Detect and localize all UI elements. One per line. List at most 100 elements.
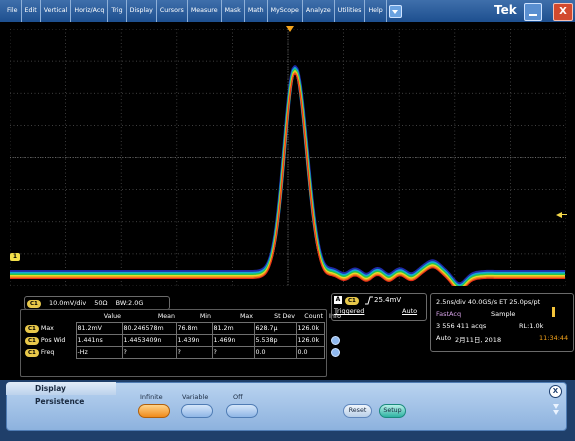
menu-dropdown-icon[interactable] xyxy=(388,4,402,18)
menu-edit[interactable]: Edit xyxy=(22,0,41,22)
row-badge: C1 xyxy=(25,324,39,333)
cell-info xyxy=(324,347,346,359)
acquisition-count: 3 556 411 acqs xyxy=(436,322,487,330)
channel-bandwidth: BW:2.0G xyxy=(115,299,144,307)
brand-logo: Tek xyxy=(494,3,517,17)
close-button[interactable]: X xyxy=(553,3,573,21)
header-mean: Mean xyxy=(157,313,175,320)
menu-analyze[interactable]: Analyze xyxy=(303,0,335,22)
trigger-level-tick xyxy=(561,214,567,215)
cell-stdev: 628.7μ xyxy=(253,322,297,335)
header-count: Count xyxy=(304,313,323,320)
waveform-layer xyxy=(10,67,566,286)
record-length: RL:1.0k xyxy=(519,322,544,330)
menu-bar: File Edit Vertical Horiz/Acq Trig Displa… xyxy=(0,0,575,23)
reset-button[interactable]: Reset xyxy=(343,404,372,418)
menu-utilities[interactable]: Utilities xyxy=(335,0,366,22)
channel-settings[interactable]: C1 10.0mV/div 50Ω BW:2.0G xyxy=(24,296,170,310)
cell-mean: 1.4453409n xyxy=(121,334,177,347)
menu-horiz-acq[interactable]: Horiz/Acq xyxy=(71,0,109,22)
rising-edge-icon xyxy=(365,296,373,305)
trigger-level-marker[interactable] xyxy=(556,212,562,218)
option-variable-label: Variable xyxy=(182,393,209,401)
panel-title: Display Persistence xyxy=(6,382,116,406)
menu-display[interactable]: Display xyxy=(127,0,157,22)
cell-max: 81.2m xyxy=(211,322,255,335)
table-row[interactable]: C1 Pos Wid 1.441ns 1.4453409n 1.439n 1.4… xyxy=(22,334,346,347)
scroll-down-icon[interactable] xyxy=(553,404,559,409)
cell-info xyxy=(324,323,346,335)
cell-value: 81.2mV xyxy=(75,322,123,335)
cell-min: 1.439n xyxy=(175,334,213,347)
info-icon[interactable] xyxy=(330,336,340,345)
trigger-status: Triggered xyxy=(334,307,365,315)
cell-count: 126.0k xyxy=(295,322,325,335)
minimize-button[interactable] xyxy=(524,3,542,21)
meas-name: Pos Wid xyxy=(40,336,66,344)
trigger-channel-badge: C1 xyxy=(345,297,359,305)
sample-mode: Sample xyxy=(491,310,516,318)
menu-items: File Edit Vertical Horiz/Acq Trig Displa… xyxy=(4,0,402,22)
measurement-table: Value Mean Min Max St Dev Count Info C1 … xyxy=(22,311,346,359)
menu-math[interactable]: Math xyxy=(245,0,268,22)
setup-button[interactable]: Setup xyxy=(379,404,406,418)
cell-max: ? xyxy=(211,346,255,359)
header-stdev: St Dev xyxy=(274,313,295,320)
cell-value: 1.441ns xyxy=(75,334,123,347)
time-display: 11:34:44 xyxy=(539,334,569,342)
waveform-trace xyxy=(10,65,566,286)
scroll-down-icon-2[interactable] xyxy=(553,410,559,415)
menu-measure[interactable]: Measure xyxy=(188,0,222,22)
header-min: Min xyxy=(199,313,211,320)
menu-mask[interactable]: Mask xyxy=(222,0,245,22)
menu-help[interactable]: Help xyxy=(365,0,387,22)
cell-max: 1.469n xyxy=(211,334,255,347)
row-name: C1 Pos Wid xyxy=(22,335,76,347)
menu-cursors[interactable]: Cursors xyxy=(157,0,188,22)
variable-option-button[interactable] xyxy=(181,404,213,418)
cell-info xyxy=(324,335,346,347)
channel-ground-marker[interactable]: 1 xyxy=(10,253,20,261)
acquisition-panel[interactable]: 2.5ns/div 40.0GS/s ET 25.0ps/pt FastAcq … xyxy=(430,293,574,352)
table-row[interactable]: C1 Freq -Hz ? ? ? 0.0 0.0 xyxy=(22,346,346,359)
run-indicator-icon xyxy=(552,307,555,317)
header-value: Value xyxy=(103,313,121,320)
cell-mean: ? xyxy=(121,346,177,359)
trigger-mode: Auto xyxy=(402,307,418,315)
graticule xyxy=(10,29,566,286)
table-row[interactable]: C1 Max 81.2mV 80.246578m 76.8m 81.2m 628… xyxy=(22,322,346,335)
cell-min: ? xyxy=(175,346,213,359)
meas-name: Max xyxy=(40,324,54,332)
channel-impedance: 50Ω xyxy=(94,299,108,307)
meas-name: Freq xyxy=(40,348,55,356)
menu-file[interactable]: File xyxy=(4,0,22,22)
date-display: 2月11日, 2018 xyxy=(455,336,502,344)
row-name: C1 Freq xyxy=(22,347,76,359)
cell-count: 0.0 xyxy=(295,346,325,359)
table-header-row: Value Mean Min Max St Dev Count Info xyxy=(22,311,346,323)
channel-badge: C1 xyxy=(27,300,41,308)
menu-trig[interactable]: Trig xyxy=(108,0,127,22)
horizontal-settings: 2.5ns/div 40.0GS/s ET 25.0ps/pt xyxy=(436,298,541,306)
option-infinite-label: Infinite xyxy=(140,393,163,401)
acquisition-mode: Auto xyxy=(436,334,452,342)
panel-close-button[interactable]: X xyxy=(549,385,562,398)
cell-mean: 80.246578m xyxy=(121,322,177,335)
menu-vertical[interactable]: Vertical xyxy=(41,0,72,22)
infinite-option-button[interactable] xyxy=(138,404,170,418)
grid-lines xyxy=(10,29,566,286)
trigger-position-marker[interactable] xyxy=(286,26,294,32)
header-max: Max xyxy=(239,313,253,320)
option-off-label: Off xyxy=(233,393,243,401)
trigger-panel[interactable]: A C1 25.4mV Triggered Auto xyxy=(331,293,427,321)
menu-myscope[interactable]: MyScope xyxy=(268,0,303,22)
cell-count: 126.0k xyxy=(295,334,325,347)
trigger-label: A xyxy=(334,296,342,304)
info-icon[interactable] xyxy=(330,348,340,357)
cell-stdev: 0.0 xyxy=(253,346,297,359)
fastacq-label: FastAcq xyxy=(436,310,462,318)
row-badge: C1 xyxy=(25,336,39,345)
trigger-level: 25.4mV xyxy=(374,296,402,304)
row-name: C1 Max xyxy=(22,323,76,335)
off-option-button[interactable] xyxy=(226,404,258,418)
